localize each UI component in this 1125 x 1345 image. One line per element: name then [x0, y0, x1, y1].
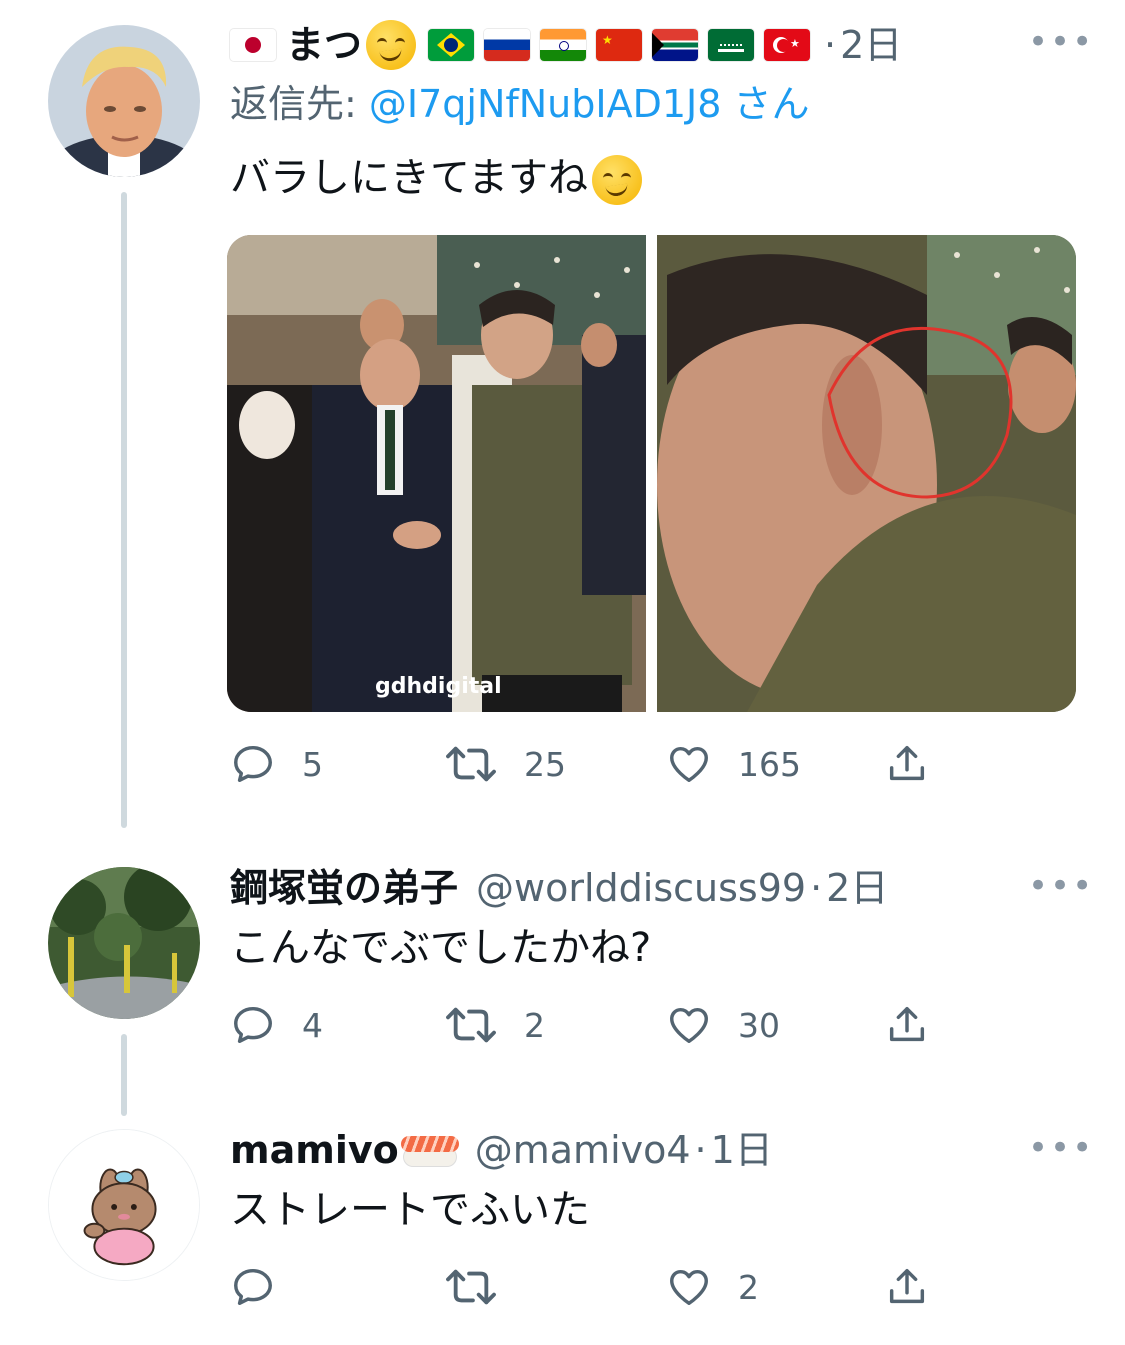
reply-button[interactable] [230, 1264, 276, 1310]
tweet-text: こんなでぶでしたかね? [230, 925, 652, 971]
user-handle[interactable]: @worlddiscuss99 [476, 864, 806, 912]
share-icon [884, 1264, 930, 1310]
reply-to-prefix: 返信先: [230, 82, 369, 126]
like-count: 2 [738, 1267, 759, 1307]
display-name[interactable]: 鋼塚蛍の弟子 [230, 864, 458, 912]
reply-count: 5 [302, 744, 323, 784]
sushi-emoji-icon [400, 1130, 459, 1170]
more-options-icon[interactable]: ••• [1028, 22, 1094, 62]
avatar-mamivo4[interactable] [48, 1129, 200, 1281]
reply-icon [230, 1264, 276, 1310]
tweet-text-content: バラしにきてますね [230, 155, 588, 201]
timestamp[interactable]: 2日 [826, 864, 888, 912]
tweet-text: バラしにきてますね [230, 152, 642, 205]
reply-to-suffix: さん [721, 82, 810, 126]
brazil-flag-icon [428, 29, 475, 61]
like-count: 165 [738, 744, 801, 784]
avatar-image [48, 25, 200, 177]
retweet-icon [444, 1264, 498, 1310]
timestamp[interactable]: 2日 [840, 21, 902, 69]
photo-grid: gdhdigital [227, 235, 1076, 712]
avatar-matsu[interactable] [48, 25, 200, 177]
china-flag-icon: ★ [596, 29, 643, 61]
saudi-arabia-flag-icon [708, 29, 755, 61]
retweet-icon [444, 741, 498, 787]
thread-line [121, 192, 127, 828]
separator: · [810, 866, 823, 910]
smirk-emoji-icon [366, 20, 417, 70]
photo-right[interactable] [657, 235, 1076, 712]
like-button[interactable]: 2 [666, 1264, 759, 1310]
display-name[interactable]: まつ [286, 21, 362, 69]
heart-icon [666, 1002, 712, 1048]
reply-icon [230, 741, 276, 787]
tweet-media[interactable]: gdhdigital [227, 235, 1076, 712]
reply-to-mention[interactable]: @I7qjNfNubIAD1J8 [369, 82, 722, 126]
heart-icon [666, 741, 712, 787]
reply-button[interactable]: 5 [230, 741, 323, 787]
avatar-image [49, 1130, 199, 1280]
retweet-count: 25 [524, 744, 566, 784]
share-button[interactable] [884, 1264, 930, 1310]
share-button[interactable] [884, 1002, 930, 1048]
tweet-header: mamivo @mamivo4 · 1日 [230, 1126, 773, 1174]
share-button[interactable] [884, 741, 930, 787]
reply-icon [230, 1002, 276, 1048]
south-africa-flag-icon [652, 29, 699, 61]
turkey-flag-icon: ★ [764, 29, 811, 61]
smirk-emoji-icon [592, 155, 642, 205]
tweet-header: まつ ★ ★ · 2日 [230, 20, 902, 70]
separator: · [694, 1128, 707, 1172]
thread-line [121, 1034, 127, 1116]
like-button[interactable]: 30 [666, 1002, 780, 1048]
tweet-text: ストレートでふいた [230, 1187, 590, 1233]
reply-button[interactable]: 4 [230, 1002, 323, 1048]
heart-icon [666, 1264, 712, 1310]
like-button[interactable]: 165 [666, 741, 801, 787]
retweet-button[interactable]: 2 [444, 1002, 545, 1048]
tweet-header: 鋼塚蛍の弟子 @worlddiscuss99 · 2日 [230, 864, 888, 912]
avatar-image [48, 867, 200, 1019]
like-count: 30 [738, 1005, 780, 1045]
retweet-button[interactable] [444, 1264, 498, 1310]
japan-flag-icon [230, 29, 276, 61]
photo-left[interactable]: gdhdigital [227, 235, 646, 712]
retweet-icon [444, 1002, 498, 1048]
separator: · [824, 23, 837, 67]
reply-to-line: 返信先: @I7qjNfNubIAD1J8 さん [230, 80, 810, 128]
russia-flag-icon [484, 29, 531, 61]
image-watermark: gdhdigital [375, 674, 502, 699]
india-flag-icon [540, 29, 587, 61]
more-options-icon[interactable]: ••• [1028, 866, 1094, 906]
user-handle[interactable]: @mamivo4 [475, 1126, 691, 1174]
display-name[interactable]: mamivo [230, 1126, 399, 1174]
avatar-worlddiscuss99[interactable] [48, 867, 200, 1019]
retweet-count: 2 [524, 1005, 545, 1045]
retweet-button[interactable]: 25 [444, 741, 566, 787]
share-icon [884, 1002, 930, 1048]
reply-count: 4 [302, 1005, 323, 1045]
share-icon [884, 741, 930, 787]
more-options-icon[interactable]: ••• [1028, 1128, 1094, 1168]
timestamp[interactable]: 1日 [711, 1126, 773, 1174]
